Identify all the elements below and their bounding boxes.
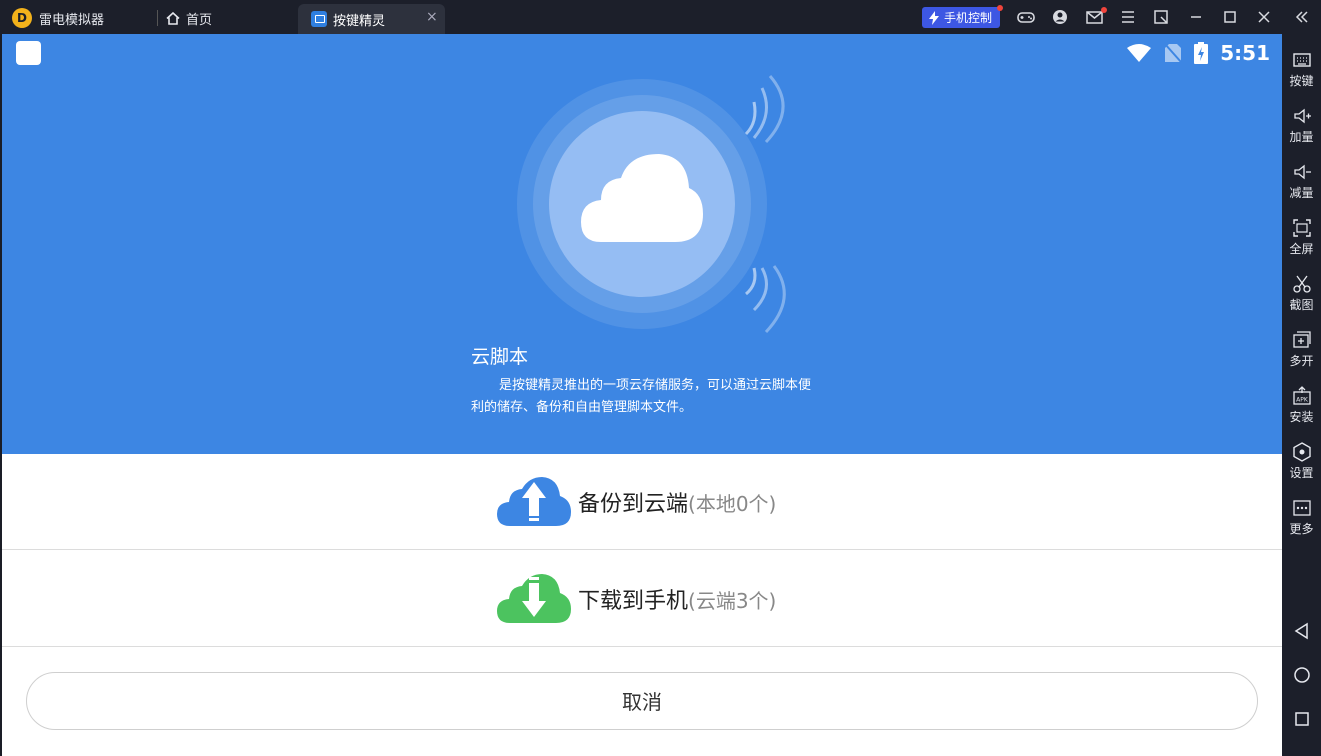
download-label: 下载到手机: [578, 589, 689, 614]
lightning-icon: [929, 10, 939, 25]
settings-button[interactable]: 设置: [1282, 442, 1321, 481]
android-screen: 5:51 云脚本 是按键精灵推出的一项云存储服务，可以通过云脚本便利的储存、备份…: [2, 34, 1282, 756]
app-logo-icon: D: [12, 8, 32, 28]
divider: [157, 10, 158, 26]
tab-anjian-label: 按键精灵: [333, 14, 386, 29]
multi-instance-button[interactable]: 多开: [1282, 330, 1321, 369]
tab-home-label: 首页: [186, 13, 213, 28]
multi-window-icon: [1292, 331, 1311, 348]
fullscreen-icon: [1292, 219, 1311, 237]
signal-waves-bottom-icon: [744, 265, 786, 334]
close-tab-icon[interactable]: ×: [426, 9, 438, 25]
fullscreen-label: 全屏: [1289, 242, 1314, 256]
recent-apps-icon[interactable]: [1292, 709, 1312, 729]
mail-badge-dot: [1101, 7, 1107, 13]
cloud-icon: [581, 154, 703, 242]
home-icon: [166, 12, 180, 25]
close-window-icon[interactable]: [1254, 7, 1274, 27]
backup-label: 备份到云端: [578, 492, 689, 517]
phone-control-button[interactable]: 手机控制: [922, 7, 1001, 28]
volume-up-button[interactable]: 加量: [1282, 106, 1321, 145]
volume-up-label: 加量: [1289, 130, 1314, 144]
status-time: 5:51: [1220, 41, 1270, 65]
multi-instance-label: 多开: [1289, 354, 1314, 368]
volume-down-icon: [1293, 164, 1311, 180]
restore-window-icon[interactable]: [1151, 7, 1171, 27]
banner-description: 是按键精灵推出的一项云存储服务，可以通过云脚本便利的储存、备份和自由管理脚本文件…: [471, 378, 812, 415]
volume-down-label: 减量: [1289, 186, 1314, 200]
install-apk-button[interactable]: APK 安装: [1282, 386, 1321, 425]
screenshot-button[interactable]: 截图: [1282, 274, 1321, 313]
app-tab-icon: [311, 11, 327, 27]
collapse-sidebar-icon[interactable]: [1291, 7, 1311, 27]
tab-anjian[interactable]: 按键精灵 ×: [298, 4, 445, 34]
maximize-icon[interactable]: [1220, 7, 1240, 27]
home-nav-icon[interactable]: [1292, 665, 1312, 685]
menu-icon[interactable]: [1118, 7, 1138, 27]
volume-down-button[interactable]: 减量: [1282, 162, 1321, 201]
right-toolbar: 按键 加量 减量 全屏 截图 多开 APK 安装 设置 更多: [1282, 34, 1321, 756]
keyboard-icon: [1292, 53, 1311, 67]
backup-to-cloud-option[interactable]: 备份到云端 (本地0个): [2, 454, 1282, 550]
cloud-script-banner: 5:51 云脚本 是按键精灵推出的一项云存储服务，可以通过云脚本便利的储存、备份…: [2, 34, 1282, 454]
cloud-upload-icon: [497, 477, 571, 526]
tab-home[interactable]: 首页: [166, 9, 212, 28]
gamepad-icon[interactable]: [1016, 7, 1036, 27]
wifi-icon: [1127, 44, 1152, 62]
phone-control-label: 手机控制: [944, 11, 993, 25]
more-button[interactable]: 更多: [1282, 498, 1321, 537]
signal-waves-top-icon: [744, 75, 785, 144]
gear-icon: [1292, 442, 1311, 462]
fullscreen-button[interactable]: 全屏: [1282, 218, 1321, 257]
status-app-icon: [16, 41, 41, 65]
apk-icon: APK: [1292, 386, 1311, 405]
app-title: 雷电模拟器: [39, 13, 105, 28]
scissors-icon: [1292, 275, 1311, 293]
no-sim-icon: [1164, 43, 1182, 63]
title-bar: D 雷电模拟器 首页 按键精灵 × 手机控制: [0, 0, 1321, 34]
cloud-download-icon: [497, 574, 571, 623]
svg-text:APK: APK: [1296, 397, 1309, 404]
notification-dot: [997, 5, 1003, 11]
more-icon: [1292, 500, 1311, 516]
download-to-phone-option[interactable]: 下载到手机 (云端3个): [2, 551, 1282, 647]
keymap-button[interactable]: 按键: [1282, 50, 1321, 89]
keymap-label: 按键: [1289, 74, 1314, 88]
more-label: 更多: [1289, 522, 1314, 536]
back-icon[interactable]: [1292, 621, 1312, 641]
battery-charging-icon: [1194, 42, 1209, 64]
status-bar: 5:51: [1126, 41, 1270, 65]
screenshot-label: 截图: [1289, 298, 1314, 312]
volume-up-icon: [1293, 108, 1311, 124]
backup-count: (本地0个): [688, 491, 777, 516]
banner-title: 云脚本: [471, 346, 529, 368]
cancel-button[interactable]: 取消: [26, 672, 1258, 730]
download-count: (云端3个): [688, 588, 777, 613]
install-label: 安装: [1289, 410, 1314, 424]
user-icon[interactable]: [1050, 7, 1070, 27]
settings-label: 设置: [1289, 466, 1314, 480]
minimize-icon[interactable]: [1186, 7, 1206, 27]
